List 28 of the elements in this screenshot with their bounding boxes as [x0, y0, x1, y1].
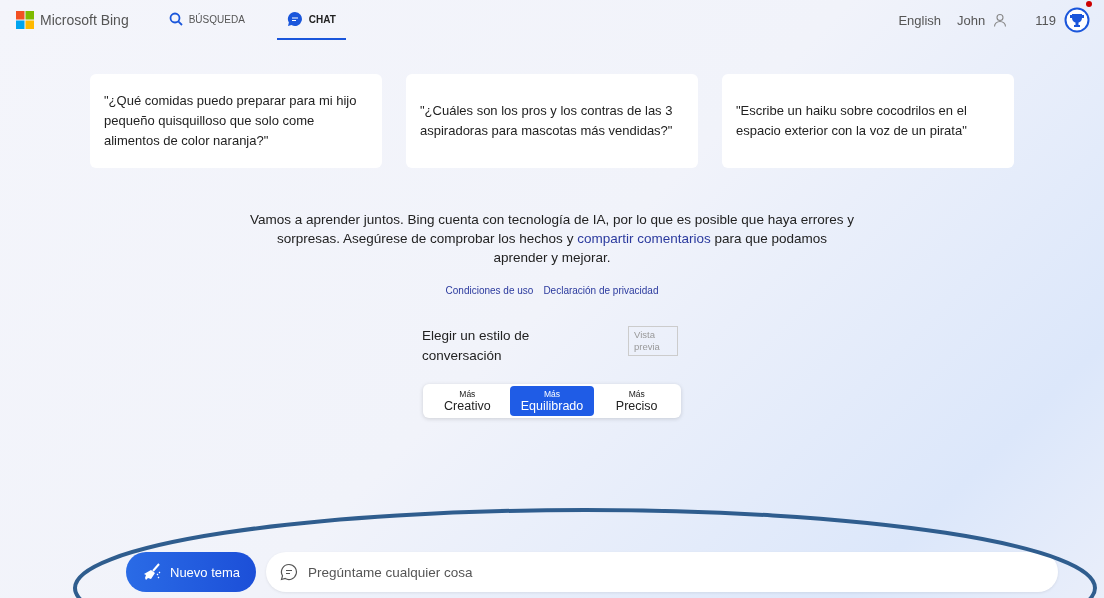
- footer-link[interactable]: Condiciones de uso: [445, 285, 534, 296]
- ask-input[interactable]: Pregúntame cualquier cosa: [306, 563, 1044, 581]
- style-option[interactable]: Más Equilibrado: [509, 386, 595, 416]
- suggestion-card[interactable]: "Escribe un haiku sobre cocodrilos en el espacio exterior con la voz de un pirata": [722, 74, 1014, 168]
- chat-bubble-icon: [286, 11, 303, 27]
- brand-name: Microsoft Bing: [40, 12, 129, 28]
- preview-badge: Vista previa: [628, 326, 678, 356]
- suggestion-card[interactable]: "¿Cuáles son los pros y los contras de las 3 aspiradoras para mascotas más vendidas?": [406, 74, 698, 168]
- user-name[interactable]: John: [957, 12, 986, 28]
- suggestion-card[interactable]: "¿Qué comidas puedo preparar para mi hijo pequeño quisquilloso que solo come alimentos de color naranja?": [90, 74, 382, 168]
- style-title: Elegir un estilo de conversación: [422, 327, 531, 365]
- nav-tab[interactable]: CHAT: [276, 0, 346, 40]
- style-option[interactable]: Más Creativo: [425, 386, 510, 416]
- new-topic-button[interactable]: Nuevo tema: [126, 552, 257, 592]
- disclaimer-text: Vamos a aprender juntos. Bing cuenta con tecnología de IA, por lo que es posible que haya errores y sorpresas. Asegúrese de comprobar los hechos y compartir comentarios para que podamos aprender y mejorar.: [249, 211, 855, 267]
- logo-icon: [16, 11, 34, 29]
- search-icon: [168, 12, 183, 26]
- nav-tab[interactable]: BÚSQUEDA: [158, 0, 255, 40]
- style-option[interactable]: Más Preciso: [594, 386, 679, 416]
- language-link[interactable]: English: [898, 12, 942, 28]
- chat-bubble-icon: [280, 563, 299, 581]
- broom-icon: [142, 562, 162, 582]
- footer-link[interactable]: Declaración de privacidad: [543, 285, 659, 296]
- trophy-icon[interactable]: [1064, 7, 1090, 33]
- person-icon[interactable]: [993, 13, 1008, 27]
- points-count: 119: [1035, 12, 1056, 28]
- ask-field[interactable]: Pregúntame cualquier cosa: [266, 552, 1058, 592]
- feedback-link[interactable]: compartir comentarios: [577, 231, 711, 246]
